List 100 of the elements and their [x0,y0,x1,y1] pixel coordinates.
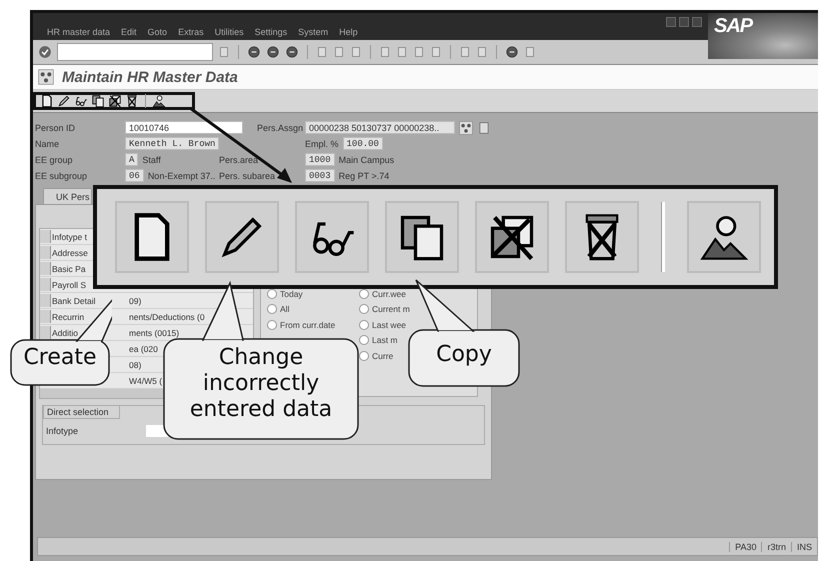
circle-icon[interactable] [285,45,299,59]
radio-button[interactable] [359,350,369,361]
list-item[interactable]: W4/W5 ( [128,376,162,386]
callout-text: Copy [435,342,493,368]
list-item[interactable]: 09) [128,296,142,306]
list-item[interactable]: Recurrin [51,312,84,322]
document-icon[interactable] [413,46,425,58]
menu-item[interactable]: Help [339,27,358,37]
code-field: 06 [125,169,144,182]
radio-button[interactable] [359,288,369,299]
document-icon[interactable] [459,46,471,58]
circle-icon[interactable] [247,45,261,59]
list-item[interactable]: ments (0015) [128,328,180,338]
person-button[interactable] [687,201,761,273]
delete-button[interactable] [565,201,639,273]
menu-item[interactable]: System [298,27,328,37]
radio-button[interactable] [267,320,277,330]
code-field: 1000 [305,153,335,166]
row-selector[interactable] [40,326,51,339]
maximize-icon[interactable] [679,17,689,27]
code-field: 0003 [305,169,335,182]
radio-label: Last m [372,335,398,346]
network-icon[interactable] [459,120,473,134]
group-title: Direct selection [43,405,120,419]
list-item[interactable]: Bank Detail [51,296,96,306]
circle-icon[interactable] [505,45,519,59]
delimit-button[interactable] [475,201,549,273]
check-icon[interactable] [38,45,52,59]
row-selector[interactable] [40,230,51,243]
field-label: Pers.area [219,154,258,164]
document-icon[interactable] [350,46,362,58]
status-item: INS [790,542,817,552]
document-icon[interactable] [477,120,491,134]
menu-item[interactable]: HR master data [47,27,110,37]
callout-text: Create [22,345,98,371]
radio-label: Last wee [372,320,406,330]
close-icon[interactable] [692,17,702,27]
minimize-icon[interactable] [666,17,676,27]
change-button[interactable] [205,201,279,273]
radio-label: Curr.wee [372,288,406,299]
document-icon[interactable] [379,46,391,58]
row-selector[interactable] [40,294,51,307]
status-item: r3trn [761,542,791,552]
display-button[interactable] [295,201,369,273]
radio-label: From curr.date [280,320,336,330]
copy-button[interactable] [385,201,459,273]
field-label: EE group [35,154,73,164]
radio-label: Today [280,288,303,299]
pencil-icon [57,94,71,108]
screen-title: Maintain HR Master Data [62,68,238,86]
radio-label: Current m [372,304,410,314]
list-item[interactable]: Additio [51,328,78,338]
radio-label: Curre [372,350,394,361]
assignment-field[interactable]: 00000238 50130737 00000238.. [305,121,455,134]
field-label: Pers.Assgn [257,122,304,132]
radio-button[interactable] [359,335,369,346]
person-id-field[interactable]: 10010746 [125,121,243,134]
crossed-trash-icon [125,94,139,108]
menu-item[interactable]: Utilities [214,27,244,37]
row-selector[interactable] [40,310,51,323]
create-button[interactable] [115,201,189,273]
circle-icon[interactable] [266,45,280,59]
list-item[interactable]: Payroll S [51,280,86,290]
person-landscape-icon [152,94,166,108]
field-label: Pers. subarea [219,170,276,180]
document-icon[interactable] [333,46,345,58]
menu-item[interactable]: Settings [254,27,288,37]
list-item[interactable]: Addresse [51,248,88,258]
list-item[interactable]: ea (020 [128,344,158,354]
document-icon[interactable] [430,46,442,58]
callout-text: Change incorrectly entered data [188,345,334,423]
menu-item[interactable]: Edit [121,27,137,37]
field-value: Non-Exempt 37.. [148,170,216,180]
radio-button[interactable] [359,304,369,314]
document-icon[interactable] [396,46,408,58]
status-item: PA30 [729,542,762,552]
radio-button[interactable] [359,320,369,330]
menu-item[interactable]: Extras [178,27,204,37]
crossed-page-icon [108,94,122,108]
command-field[interactable] [57,43,213,61]
document-icon[interactable] [218,46,230,58]
row-selector[interactable] [40,278,51,291]
radio-label: All [280,304,290,314]
list-item[interactable]: nents/Deductions (0 [128,312,205,322]
list-item[interactable]: Basic Pa [51,264,86,274]
row-selector[interactable] [40,262,51,275]
copy-icon [91,94,105,108]
list-item[interactable]: Infotype t [51,232,87,242]
document-icon[interactable] [524,46,536,58]
menu-item[interactable]: Goto [148,27,168,37]
tab[interactable]: UK Pers [43,188,92,205]
network-icon[interactable] [38,69,54,85]
radio-button[interactable] [267,304,277,314]
list-item[interactable]: 08) [128,360,142,370]
employment-field: 100.00 [342,137,383,150]
document-icon[interactable] [316,46,328,58]
document-icon[interactable] [476,46,488,58]
radio-button[interactable] [267,288,277,299]
row-selector[interactable] [40,246,51,259]
field-value: Staff [142,154,161,164]
